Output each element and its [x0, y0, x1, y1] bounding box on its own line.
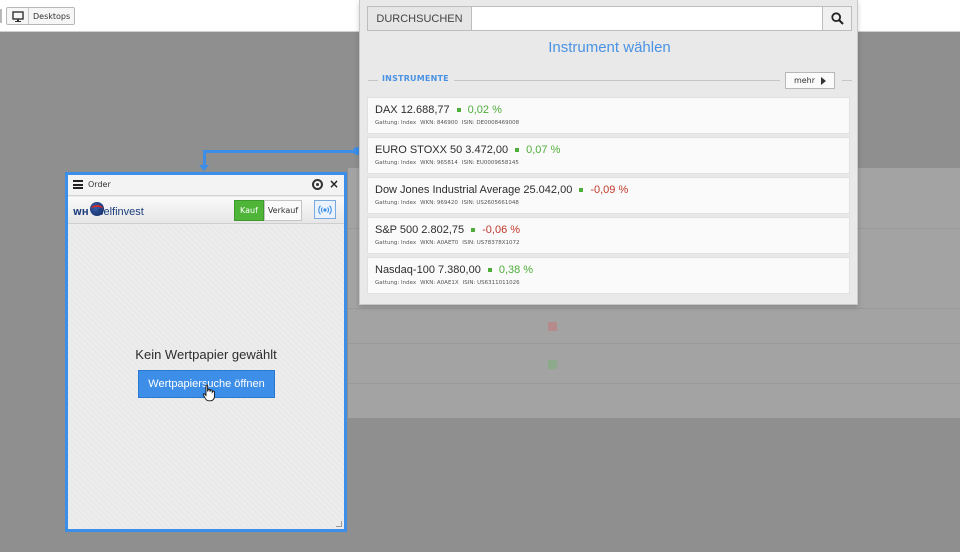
instrument-change: 0,07 %: [526, 144, 561, 156]
instrument-price: 25.042,00: [523, 184, 573, 196]
chooser-title: Instrument wählen: [548, 39, 671, 56]
instrument-row[interactable]: Dow Jones Industrial Average 25.042,00 -…: [367, 177, 850, 214]
instrument-isin: ISIN: US78378X1072: [462, 240, 520, 246]
target-icon[interactable]: [312, 179, 323, 190]
toolbar-edge: [0, 9, 2, 23]
instrument-row[interactable]: DAX 12.688,77 0,02 % Gattung: Index WKN: …: [367, 97, 850, 134]
instrument-row[interactable]: EURO STOXX 50 3.472,00 0,07 % Gattung: I…: [367, 137, 850, 174]
instrument-price: 7.380,00: [438, 264, 481, 276]
instrument-wkn: WKN: 846900: [420, 120, 458, 126]
resize-handle[interactable]: [336, 521, 342, 527]
instrument-name: DAX: [375, 104, 398, 116]
order-panel-body: Kein Wertpapier gewählt Wertpapiersuche …: [68, 225, 344, 529]
search-input[interactable]: [473, 7, 823, 30]
link-connector-arrow: [199, 165, 209, 171]
instrument-row[interactable]: Nasdaq-100 7.380,00 0,38 % Gattung: Inde…: [367, 257, 850, 294]
instrument-name: S&P 500: [375, 224, 419, 236]
instrument-type: Gattung: Index: [375, 280, 417, 286]
search-label: DURCHSUCHEN: [368, 7, 472, 30]
section-divider: [368, 80, 378, 81]
instrument-name: Nasdaq-100: [375, 264, 435, 276]
instrument-row[interactable]: S&P 500 2.802,75 -0,06 % Gattung: Index W…: [367, 217, 850, 254]
section-divider: [454, 80, 780, 81]
link-connector: [203, 150, 357, 153]
desktops-button[interactable]: Desktops: [6, 7, 75, 25]
instrument-type: Gattung: Index: [375, 120, 417, 126]
instrument-isin: ISIN: US6311011026: [462, 280, 520, 286]
menu-icon[interactable]: [73, 180, 83, 189]
instrument-price: 3.472,00: [465, 144, 509, 156]
empty-message: Kein Wertpapier gewählt: [135, 347, 277, 362]
trend-dot-icon: [579, 188, 584, 192]
instrument-type: Gattung: Index: [375, 240, 417, 246]
order-panel: Order × WH selfinvest Kauf Verkauf Kein …: [65, 172, 347, 532]
bg-status-red: [548, 322, 557, 331]
instrument-isin: ISIN: DE0008469008: [461, 120, 520, 126]
signal-icon[interactable]: [314, 200, 336, 219]
order-toolbar: WH selfinvest Kauf Verkauf: [68, 197, 344, 224]
more-label: mehr: [793, 76, 816, 85]
instrument-wkn: WKN: 965814: [420, 160, 458, 166]
instrument-isin: ISIN: EU0009658145: [461, 160, 519, 166]
buy-button[interactable]: Kauf: [234, 200, 264, 221]
sell-button[interactable]: Verkauf: [264, 200, 302, 221]
instrument-wkn: WKN: 969420: [420, 200, 458, 206]
instrument-price: 2.802,75: [421, 224, 465, 236]
logo-prefix: WH: [73, 208, 89, 217]
instrument-change: 0,02 %: [467, 104, 502, 116]
section-divider: [842, 80, 852, 81]
instrument-name: EURO STOXX 50: [375, 144, 463, 156]
more-button[interactable]: mehr: [785, 72, 835, 89]
instrument-name: Dow Jones Industrial Average: [375, 184, 521, 196]
section-label: INSTRUMENTE: [382, 74, 449, 83]
instrument-change: 0,38 %: [498, 264, 534, 276]
instrument-wkn: WKN: A0AET0: [420, 240, 459, 246]
instrument-type: Gattung: Index: [375, 160, 417, 166]
monitor-icon: [7, 8, 29, 24]
triangle-right-icon: [821, 76, 827, 85]
order-panel-header: Order ×: [68, 175, 344, 196]
trend-dot-icon: [487, 268, 492, 272]
trend-dot-icon: [515, 148, 520, 152]
search-bar: DURCHSUCHEN: [367, 6, 852, 31]
instrument-isin: ISIN: US2605661048: [461, 200, 519, 206]
instrument-change: -0,06 %: [482, 224, 521, 236]
trend-dot-icon: [456, 108, 461, 112]
instrument-price: 12.688,77: [400, 104, 450, 116]
desktops-label: Desktops: [33, 11, 71, 21]
search-icon[interactable]: [822, 7, 851, 30]
trend-dot-icon: [471, 228, 476, 232]
instrument-wkn: WKN: A0AE1X: [420, 280, 459, 286]
order-panel-title: Order: [88, 180, 111, 189]
bg-status-green: [548, 360, 557, 369]
close-icon[interactable]: ×: [329, 176, 339, 192]
logo-text: selfinvest: [98, 206, 144, 218]
instrument-chooser: DURCHSUCHEN Instrument wählen INSTRUMENT…: [359, 0, 858, 305]
instrument-change: -0,09 %: [590, 184, 629, 196]
instrument-type: Gattung: Index: [375, 200, 417, 206]
hand-cursor-icon: [202, 384, 215, 402]
